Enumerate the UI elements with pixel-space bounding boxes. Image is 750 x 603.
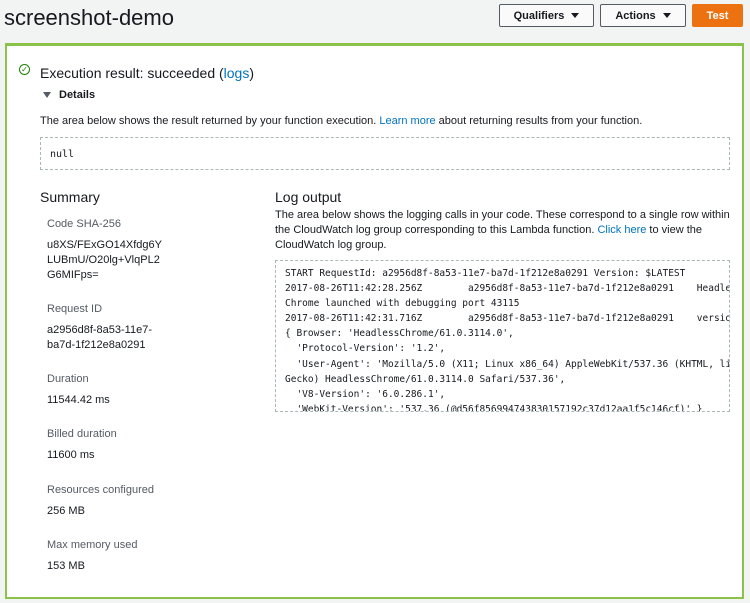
summary-label: Duration [47,373,89,385]
summary-label: Resources configured [47,484,155,496]
summary-value: 256 MB [47,505,85,517]
summary-value: 11544.42 ms [47,394,110,406]
details-toggle[interactable]: Details [43,89,95,101]
log-line: 'WebKit-Version': '537.36 (@d56f85699474… [285,403,703,412]
summary-value: 11600 ms [47,449,95,461]
click-here-link[interactable]: Click here [597,224,646,236]
log-output-title: Log output [275,189,342,205]
qualifiers-button[interactable]: Qualifiers [499,4,594,27]
log-output-text: START RequestId: a2956d8f-8a53-11e7-ba7d… [285,266,729,412]
summary-item-resources: Resources configured 256 MB [47,484,154,519]
log-line: 'Protocol-Version': '1.2', [285,343,446,355]
page-title: screenshot-demo [4,5,174,30]
learn-more-link[interactable]: Learn more [379,115,435,127]
summary-item-code-sha: Code SHA-256 u8XS/FExGO14Xfdg6Y LUBmU/O2… [47,218,162,283]
logs-link[interactable]: logs [224,65,250,81]
log-line: START RequestId: a2956d8f-8a53-11e7-ba7d… [285,268,686,279]
summary-label: Request ID [47,303,103,315]
summary-item-max-memory: Max memory used 153 MB [47,539,137,574]
log-line: 2017-08-26T11:42:28.256Z a2956d8f-8a53-1… [285,283,730,295]
log-output-description: The area below shows the logging calls i… [275,208,730,253]
summary-value: u8XS/FExGO14Xfdg6Y LUBmU/O20lg+VlqPL2 G6… [47,239,162,281]
execution-result-panel: ✓ Execution result: succeeded (logs) Det… [5,43,744,599]
result-heading-close: ) [249,65,255,81]
chevron-down-icon [662,13,671,18]
summary-label: Code SHA-256 [47,218,121,230]
summary-item-duration: Duration 11544.42 ms [47,373,110,408]
log-line: 'V8-Version': '6.0.286.1', [285,388,446,400]
log-line: 2017-08-26T11:42:31.716Z a2956d8f-8a53-1… [285,313,730,325]
execution-result-heading: Execution result: succeeded (logs) [40,65,254,81]
test-button[interactable]: Test [692,4,743,27]
log-output-box[interactable]: START RequestId: a2956d8f-8a53-11e7-ba7d… [275,260,730,412]
result-description-text: The area below shows the result returned… [40,115,380,127]
check-circle-icon: ✓ [19,64,30,75]
log-line: { Browser: 'HeadlessChrome/61.0.3114.0', [285,328,514,340]
actions-button[interactable]: Actions [600,4,686,27]
summary-label: Max memory used [47,539,138,551]
result-status-text: Execution result: succeeded ( [40,65,224,81]
summary-title: Summary [40,189,100,205]
details-label: Details [59,89,96,101]
summary-label: Billed duration [47,428,117,440]
result-description: The area below shows the result returned… [40,115,642,127]
actions-label: Actions [615,9,656,22]
summary-value: a2956d8f-8a53-11e7- ba7d-1f212e8a0291 [47,324,152,351]
log-line: Chrome launched with debugging port 4311… [285,298,520,310]
summary-item-billed-duration: Billed duration 11600 ms [47,428,117,463]
summary-value: 153 MB [47,560,85,572]
log-line: 'User-Agent': 'Mozilla/5.0 (X11; Linux x… [285,358,730,370]
caret-down-icon [43,92,51,98]
function-output: null [40,137,730,170]
log-line: Gecko) HeadlessChrome/61.0.3114.0 Safari… [285,373,566,385]
summary-item-request-id: Request ID a2956d8f-8a53-11e7- ba7d-1f21… [47,303,152,353]
result-description-tail: about returning results from your functi… [435,115,643,127]
chevron-down-icon [571,13,580,18]
qualifiers-label: Qualifiers [513,9,565,22]
